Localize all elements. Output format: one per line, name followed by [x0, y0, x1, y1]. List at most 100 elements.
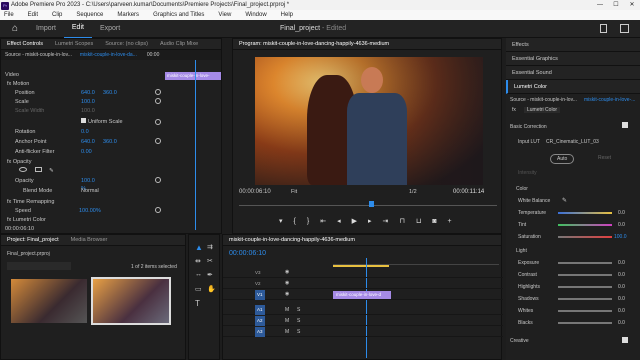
exposure-value[interactable]: 0.0 — [618, 260, 625, 266]
time-remap-row[interactable]: fx Time Remapping — [7, 198, 54, 206]
creative-checkbox[interactable] — [622, 337, 628, 343]
clip-thumbnail-selected[interactable] — [91, 277, 171, 325]
lumetri-clip[interactable]: miskit-couple-in-love-... — [584, 97, 635, 103]
go-to-in-icon[interactable]: } — [307, 218, 309, 225]
reset-icon[interactable] — [155, 138, 161, 144]
eye-icon[interactable]: ◉ — [285, 269, 289, 275]
shadows-value[interactable]: 0.0 — [618, 296, 625, 302]
program-playhead[interactable] — [369, 201, 374, 207]
lumetri-fx-row[interactable]: fx Lumetri Color — [7, 216, 46, 224]
menu-markers[interactable]: Markers — [117, 12, 139, 18]
reset-button[interactable]: Reset — [598, 155, 611, 161]
essential-sound-item[interactable]: Essential Sound — [506, 66, 640, 80]
home-icon[interactable]: ⌂ — [0, 23, 28, 34]
step-forward-icon[interactable]: ▸ — [368, 217, 372, 225]
reset-icon[interactable] — [155, 177, 161, 183]
saturation-slider[interactable] — [558, 236, 612, 238]
quick-export-icon[interactable] — [600, 24, 607, 33]
solo-button[interactable]: S — [297, 329, 300, 335]
track-label[interactable]: V3 — [255, 268, 261, 278]
ec-clip-bar[interactable]: miskit-couple-in-love- — [165, 72, 221, 80]
mute-button[interactable]: M — [285, 329, 289, 335]
selection-tool-icon[interactable]: ▲ — [195, 243, 203, 252]
mute-button[interactable]: M — [285, 307, 289, 313]
step-back-frame-icon[interactable]: ◂ — [337, 217, 341, 225]
speed-value[interactable]: 100.00% — [79, 207, 101, 215]
effects-item[interactable]: Effects — [506, 38, 640, 52]
tab-export[interactable]: Export — [92, 20, 128, 38]
step-back-icon[interactable]: ⇤ — [320, 217, 326, 225]
mark-out-icon[interactable]: { — [294, 218, 296, 225]
uniform-scale-row[interactable]: Uniform Scale — [81, 118, 123, 126]
mute-button[interactable]: M — [285, 318, 289, 324]
menu-edit[interactable]: Edit — [28, 12, 38, 18]
tab-lumetri-scopes[interactable]: Lumetri Scopes — [49, 41, 99, 47]
eyedropper-icon[interactable]: ✎ — [562, 197, 567, 204]
timeline-clip[interactable]: miskit-couple-in-love-d — [333, 291, 391, 299]
time-ruler[interactable] — [333, 257, 499, 265]
creative-header[interactable]: Creative — [510, 338, 529, 344]
tint-value[interactable]: 0.0 — [618, 222, 625, 228]
lumetri-color-item[interactable]: Lumetri Color — [506, 80, 640, 94]
highlights-value[interactable]: 0.0 — [618, 284, 625, 290]
track-select-icon[interactable]: ⇉ — [207, 243, 213, 251]
basic-correction-header[interactable]: Basic Correction — [510, 124, 547, 130]
video-frame[interactable] — [255, 57, 483, 185]
lumetri-source[interactable]: Source - miskit-couple-in-lov... — [510, 97, 577, 103]
input-lut-select[interactable]: CR_Cinematic_LUT_03 — [546, 139, 599, 145]
auto-button[interactable]: Auto — [550, 154, 575, 164]
shadows-slider[interactable] — [558, 298, 612, 300]
razor-icon[interactable]: ✂ — [207, 257, 213, 265]
solo-button[interactable]: S — [297, 307, 300, 313]
eye-icon[interactable]: ◉ — [285, 280, 289, 286]
reset-icon[interactable] — [155, 207, 161, 213]
tab-edit[interactable]: Edit — [63, 19, 92, 38]
tab-project[interactable]: Project: Final_project — [1, 237, 65, 243]
sequence-tab[interactable]: miskit-couple-in-love-dancing-happily-46… — [223, 237, 361, 243]
blacks-value[interactable]: 0.0 — [618, 320, 625, 326]
fit-dropdown[interactable]: Fit — [291, 189, 297, 195]
eye-icon[interactable]: ◉ — [285, 291, 289, 297]
ec-playhead[interactable] — [195, 60, 196, 230]
contrast-value[interactable]: 0.0 — [618, 272, 625, 278]
rotation-value[interactable]: 0.0 — [81, 128, 89, 136]
exposure-slider[interactable] — [558, 262, 612, 264]
blacks-slider[interactable] — [558, 322, 612, 324]
menu-graphics[interactable]: Graphics and Titles — [153, 12, 204, 18]
ellipse-mask-icon[interactable] — [19, 167, 27, 172]
go-to-out-icon[interactable]: ⇥ — [383, 217, 389, 225]
menu-view[interactable]: View — [218, 12, 231, 18]
basic-correction-checkbox[interactable] — [622, 122, 628, 128]
tab-media-browser[interactable]: Media Browser — [65, 237, 114, 243]
anchor-x-value[interactable]: 640.0 — [81, 138, 95, 146]
menu-help[interactable]: Help — [281, 12, 293, 18]
program-timecode[interactable]: 00:00:06:10 — [239, 189, 271, 195]
whites-slider[interactable] — [558, 310, 612, 312]
reset-icon[interactable] — [155, 89, 161, 95]
scale-value[interactable]: 100.0 — [81, 98, 95, 106]
uniform-scale-checkbox[interactable] — [81, 118, 86, 123]
resolution-dropdown[interactable]: 1/2 — [409, 189, 417, 195]
maximize-button[interactable]: ☐ — [608, 0, 624, 10]
saturation-value[interactable]: 100.0 — [614, 234, 627, 240]
tab-import[interactable]: Import — [28, 20, 64, 38]
reset-icon[interactable] — [155, 119, 161, 125]
menu-file[interactable]: File — [4, 12, 14, 18]
lumetri-effect-select[interactable]: Lumetri Color — [524, 107, 561, 113]
fullscreen-icon[interactable] — [620, 24, 629, 33]
track-label[interactable]: V1 — [255, 290, 265, 300]
temperature-slider[interactable] — [558, 212, 612, 214]
pen-icon[interactable]: ✒ — [207, 271, 213, 279]
blend-mode-select[interactable]: Normal — [81, 187, 99, 195]
position-x-value[interactable]: 640.0 — [81, 89, 95, 97]
anchor-y-value[interactable]: 360.0 — [103, 138, 117, 146]
extract-icon[interactable]: ⊔ — [416, 217, 421, 225]
close-button[interactable]: ✕ — [624, 0, 640, 10]
hand-icon[interactable]: ✋ — [207, 285, 216, 293]
ec-source[interactable]: Source - miskit-couple-in-lov... — [5, 50, 72, 60]
program-title[interactable]: Program: miskit-couple-in-love-dancing-h… — [233, 41, 395, 47]
camera-icon[interactable]: ◙ — [432, 218, 436, 225]
work-area-bar[interactable] — [333, 265, 389, 267]
tint-slider[interactable] — [558, 224, 612, 226]
program-scrubber[interactable] — [239, 205, 497, 206]
